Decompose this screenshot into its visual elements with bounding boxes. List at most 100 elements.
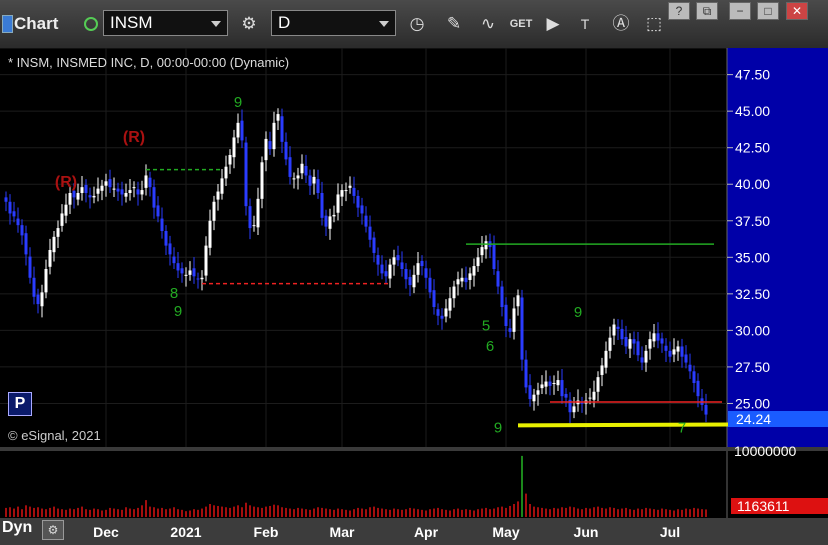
volume-bar xyxy=(201,508,203,517)
volume-bar xyxy=(281,507,283,517)
candle-body xyxy=(244,142,248,207)
settings-gear-icon[interactable]: ⚙ xyxy=(235,10,263,38)
volume-bar xyxy=(129,508,131,517)
grid-lines xyxy=(0,48,727,447)
candle-body xyxy=(252,225,256,227)
volume-bar xyxy=(77,507,79,517)
volume-bar xyxy=(589,508,591,517)
volume-bar xyxy=(133,509,135,517)
volume-bar xyxy=(189,510,191,517)
volume-bar xyxy=(357,507,359,517)
clock-icon[interactable]: ◷ xyxy=(403,10,431,38)
candle-body xyxy=(152,187,156,208)
link-status-icon[interactable] xyxy=(84,17,98,31)
volume-bar xyxy=(353,509,355,517)
candle-body xyxy=(540,384,544,389)
candle-body xyxy=(24,233,28,255)
chart-settings-icon[interactable]: ⚙ xyxy=(42,520,64,540)
candle-body xyxy=(8,201,12,214)
interval-input[interactable]: D xyxy=(271,10,396,36)
volume-bar xyxy=(181,509,183,517)
candle-body xyxy=(648,339,652,349)
minimize-button[interactable]: − xyxy=(729,2,751,20)
candle-body xyxy=(684,354,688,363)
copyright-label: © eSignal, 2021 xyxy=(8,428,101,443)
chevron-down-icon[interactable] xyxy=(379,21,389,27)
chevron-down-icon[interactable] xyxy=(211,21,221,27)
candle-body xyxy=(504,304,508,326)
sequential-label: 9 xyxy=(234,94,242,111)
symbol-input[interactable]: INSM xyxy=(103,10,228,36)
candle-body xyxy=(36,294,40,305)
volume-scale-label: 10000000 xyxy=(734,443,797,459)
pane-separator[interactable] xyxy=(0,447,828,451)
close-button[interactable]: ✕ xyxy=(786,2,808,20)
restore-button[interactable]: ⧉ xyxy=(696,2,718,20)
candle-body xyxy=(316,179,320,193)
pencil-icon[interactable]: ✎ xyxy=(440,10,468,38)
candle-body xyxy=(336,194,340,213)
volume-bar xyxy=(413,508,415,517)
get-icon[interactable]: GET xyxy=(507,10,535,38)
candle-body xyxy=(88,195,92,198)
volume-bar xyxy=(29,506,31,517)
candle-body xyxy=(280,116,284,142)
volume-bar xyxy=(165,509,167,517)
candle-body xyxy=(284,141,288,160)
candle-body xyxy=(168,243,172,255)
candle-body xyxy=(476,257,480,267)
candle-body xyxy=(292,178,296,180)
volume-bar xyxy=(617,509,619,517)
volume-bar xyxy=(429,509,431,517)
candle-body xyxy=(144,175,148,188)
volume-bar xyxy=(145,500,147,517)
play-icon[interactable]: ▶ xyxy=(539,10,567,38)
candle-body xyxy=(56,228,60,237)
volume-bar xyxy=(65,509,67,517)
candle-body xyxy=(272,122,276,150)
maximize-button[interactable]: □ xyxy=(757,2,779,20)
volume-bar xyxy=(301,508,303,517)
candle-body xyxy=(624,336,628,347)
price-tick-label: 42.50 xyxy=(735,140,770,156)
date-tick-label: Jul xyxy=(660,524,680,540)
trend-lines xyxy=(146,168,775,428)
candle-body xyxy=(320,193,324,218)
p-button[interactable]: P xyxy=(8,392,32,416)
price-chart[interactable]: (R)(R)99896597 47.5045.0042.5040.0037.50… xyxy=(0,48,828,545)
date-tick-label: May xyxy=(492,524,519,540)
candle-body xyxy=(140,190,144,195)
volume-bar xyxy=(309,509,311,517)
volume-bar xyxy=(261,507,263,517)
candle-body xyxy=(124,193,128,197)
candle-body xyxy=(672,349,676,355)
alert-icon[interactable]: Ⓐ xyxy=(607,10,635,38)
cursor-icon[interactable]: ⬚ xyxy=(640,10,668,38)
volume-bar xyxy=(461,509,463,517)
candle-body xyxy=(136,189,140,195)
dynamic-label: Dyn xyxy=(2,519,33,536)
candle-body xyxy=(460,277,464,282)
candle-body xyxy=(116,188,120,192)
volume-bar xyxy=(17,506,19,517)
volume-bar xyxy=(585,507,587,517)
candles xyxy=(4,108,708,424)
volume-bar xyxy=(13,508,15,517)
text-icon[interactable]: T xyxy=(571,10,599,38)
candle-body xyxy=(200,277,204,280)
volume-bar xyxy=(217,505,219,517)
candle-body xyxy=(400,262,404,269)
candle-body xyxy=(552,383,556,384)
volume-bar xyxy=(81,506,83,517)
volume-bar xyxy=(153,507,155,517)
curve-icon[interactable]: ∿ xyxy=(474,10,502,38)
candle-body xyxy=(356,195,360,208)
candle-body xyxy=(544,381,548,387)
volume-bar xyxy=(493,508,495,517)
volume-bar xyxy=(49,507,51,517)
help-button[interactable]: ? xyxy=(668,2,690,20)
sequential-label: 9 xyxy=(174,303,182,320)
volume-bar xyxy=(561,507,563,517)
candle-body xyxy=(532,394,536,402)
candle-body xyxy=(636,341,640,356)
